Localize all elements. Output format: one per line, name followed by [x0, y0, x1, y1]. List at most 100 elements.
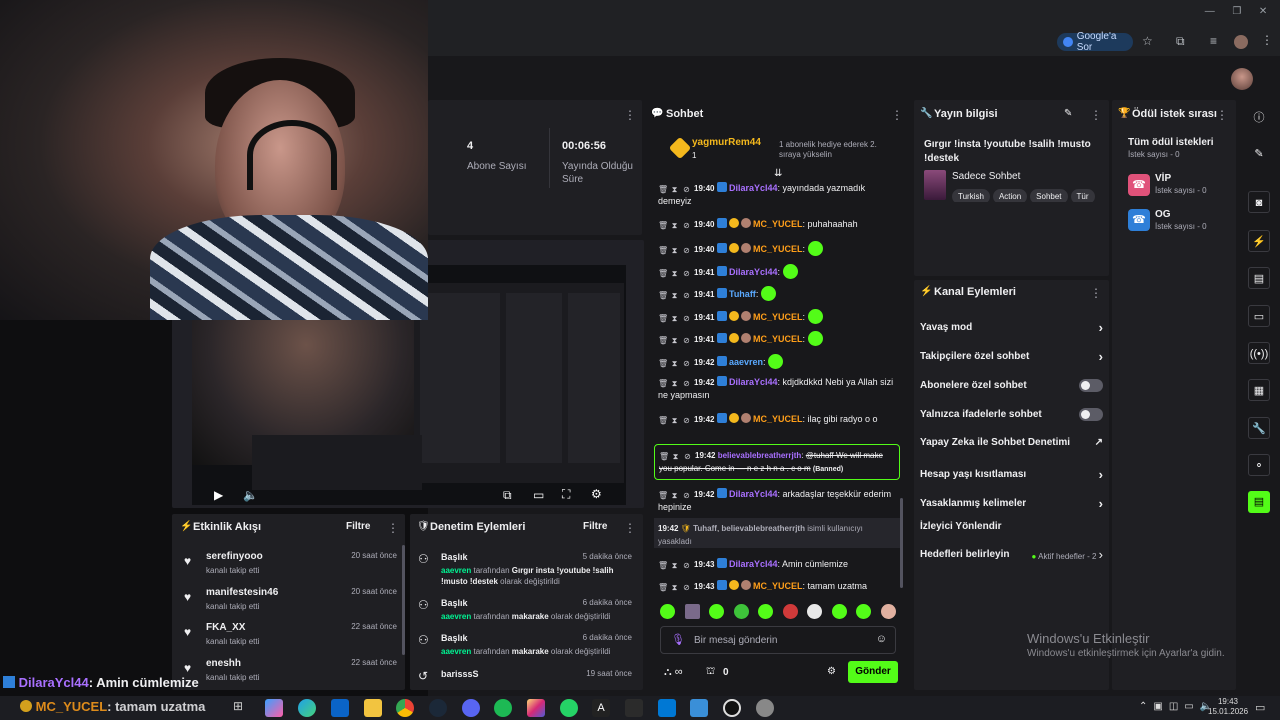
activity-item[interactable]: ♥ eneshh kanalı takip etti 22 saat önce	[184, 658, 399, 690]
channel-actions-menu-icon[interactable]: ⋮	[1090, 286, 1102, 300]
activity-filter-button[interactable]: Filtre	[346, 521, 370, 532]
ban-icon[interactable]: ⊘	[682, 291, 691, 300]
vip-reward-icon[interactable]: ☎	[1128, 174, 1150, 196]
microphone-icon[interactable]: 🎙	[671, 633, 685, 646]
message-user[interactable]: MC_YUCEL	[753, 334, 803, 344]
channel-action-row[interactable]: Abonelere özel sohbet	[920, 379, 1103, 392]
message-user[interactable]: MC_YUCEL	[753, 414, 803, 424]
channel-action-row[interactable]: İzleyici Yönlendir	[920, 521, 1103, 532]
timeout-icon[interactable]: ⧗	[670, 359, 679, 368]
send-button[interactable]: Gönder	[848, 661, 898, 683]
emote-icon[interactable]	[856, 604, 872, 619]
trash-icon[interactable]: 🗑	[658, 246, 668, 255]
trash-icon[interactable]: 🗑	[658, 561, 668, 570]
emote-icon[interactable]	[684, 604, 700, 619]
message-user[interactable]: DilaraYcl44	[729, 559, 778, 569]
trash-icon[interactable]: 🗑	[658, 185, 668, 194]
ban-icon[interactable]: ⊘	[682, 359, 691, 368]
timeout-icon[interactable]: ⧗	[670, 336, 679, 345]
ban-icon[interactable]: ⊘	[682, 583, 691, 592]
settings-gear-icon[interactable]: ⚙	[591, 487, 602, 501]
tag-chip[interactable]: Turkish	[952, 189, 990, 202]
message-user[interactable]: MC_YUCEL	[753, 312, 803, 322]
bookmark-star-icon[interactable]: ☆	[1142, 34, 1153, 48]
trash-icon[interactable]: 🗑	[658, 269, 668, 278]
channel-action-row[interactable]: Yalnızca ifadelerle sohbet	[920, 408, 1103, 421]
chat-bubble-icon[interactable]: ▭	[1248, 305, 1270, 327]
message-user[interactable]: DilaraYcl44	[729, 183, 778, 193]
layout-icon[interactable]: ▦	[1248, 379, 1270, 401]
category-thumbnail[interactable]	[924, 170, 946, 200]
volume-icon[interactable]: 🔈	[243, 488, 258, 502]
tag-chip[interactable]: Tür	[1070, 189, 1095, 202]
timeout-icon[interactable]: ⧗	[670, 246, 679, 255]
chrome-menu-icon[interactable]: ⋮	[1261, 33, 1273, 47]
ban-icon[interactable]: ⊘	[682, 379, 691, 388]
moderation-filter-button[interactable]: Filtre	[583, 521, 607, 532]
emote-icon[interactable]	[660, 604, 675, 619]
timeout-icon[interactable]: ⧗	[670, 583, 679, 592]
clapper-icon[interactable]: ▤	[1248, 491, 1270, 513]
activity-scrollbar[interactable]	[402, 545, 405, 655]
category-name[interactable]: Sadece Sohbet	[952, 171, 1020, 182]
tag-chip[interactable]: Sohbet	[1030, 189, 1068, 202]
emoji-icon[interactable]: ☺	[876, 633, 887, 645]
chat-scrollbar[interactable]	[900, 498, 903, 588]
message-user[interactable]: Tuhaff	[729, 289, 756, 299]
emote-icon[interactable]	[733, 604, 749, 619]
theater-icon[interactable]: ▭	[533, 488, 544, 502]
spotify-icon[interactable]	[494, 699, 512, 717]
activity-item[interactable]: ♥ FKA_XX kanalı takip etti 22 saat önce	[184, 622, 399, 654]
chrome-icon[interactable]	[396, 699, 414, 717]
tools-icon[interactable]: 🔧	[1248, 417, 1270, 439]
all-rewards[interactable]: Tüm ödül istekleri	[1128, 137, 1214, 148]
message-user[interactable]: MC_YUCEL	[753, 581, 803, 591]
collapse-icon[interactable]: ⇊	[774, 168, 782, 179]
moderation-item[interactable]: ⚇ Başlık 6 dakika önce aaevren tarafında…	[418, 598, 634, 632]
timeout-icon[interactable]: ⧗	[670, 269, 679, 278]
channel-action-row[interactable]: Yasaklanmış kelimeler ›	[920, 496, 1103, 511]
play-icon[interactable]: ▶	[214, 488, 223, 502]
reward-name[interactable]: OG	[1155, 209, 1171, 220]
chat-input[interactable]: 🎙 Bir mesaj gönderin ☺	[660, 626, 896, 654]
restore-icon[interactable]: ❐	[1232, 6, 1241, 22]
message-user[interactable]: MC_YUCEL	[753, 219, 803, 229]
infinity-icon[interactable]: ⛬ ∞	[664, 666, 683, 679]
channel-action-row[interactable]: Hesap yaşı kısıtlaması ›	[920, 467, 1103, 482]
rewards-menu-icon[interactable]: ⋮	[1216, 108, 1228, 122]
stats-menu-icon[interactable]: ⋮	[624, 108, 636, 122]
og-reward-icon[interactable]: ☎	[1128, 209, 1150, 231]
whatsapp-icon[interactable]	[560, 699, 578, 717]
trash-icon[interactable]: 🗑	[658, 291, 668, 300]
trash-icon[interactable]: 🗑	[658, 221, 668, 230]
share-icon[interactable]: ⚬	[1248, 454, 1270, 476]
timeout-icon[interactable]: ⧗	[670, 314, 679, 323]
notification-icon[interactable]: ▭	[1255, 701, 1265, 714]
obs-icon[interactable]	[723, 699, 741, 717]
trash-icon[interactable]: 🗑	[658, 416, 668, 425]
lightning-icon[interactable]: ⚡	[1248, 230, 1270, 252]
message-user[interactable]: MC_YUCEL	[753, 244, 803, 254]
edge-icon[interactable]	[298, 699, 316, 717]
emote-icon[interactable]	[807, 604, 823, 619]
timeout-icon[interactable]: ⧗	[670, 185, 679, 194]
trash-icon[interactable]: 🗑	[658, 314, 668, 323]
chat-menu-icon[interactable]: ⋮	[891, 108, 903, 122]
chat-settings-icon[interactable]: ⚙	[827, 666, 836, 677]
message-user[interactable]: DilaraYcl44	[729, 489, 778, 499]
vscode-icon[interactable]	[658, 699, 676, 717]
camera-icon[interactable]: ◙	[1248, 191, 1270, 213]
user-avatar[interactable]	[1231, 68, 1253, 90]
file-explorer-icon[interactable]	[364, 699, 382, 717]
clock[interactable]: 19:43 15.01.2026	[1208, 697, 1248, 717]
channel-action-row[interactable]: Hedefleri belirleyin ● Aktif hedefler - 2…	[920, 547, 1103, 562]
points-icon[interactable]: ⛫	[706, 666, 715, 679]
moderation-item[interactable]: ⚇ Başlık 5 dakika önce aaevren tarafında…	[418, 552, 634, 586]
timeout-icon[interactable]: ⧗	[670, 561, 679, 570]
reward-name[interactable]: VİP	[1155, 173, 1171, 184]
trash-icon[interactable]: 🗑	[659, 452, 669, 461]
stream-info-menu-icon[interactable]: ⋮	[1090, 108, 1102, 122]
activity-menu-icon[interactable]: ⋮	[387, 521, 399, 535]
ban-icon[interactable]: ⊘	[682, 416, 691, 425]
instagram-icon[interactable]	[527, 699, 545, 717]
